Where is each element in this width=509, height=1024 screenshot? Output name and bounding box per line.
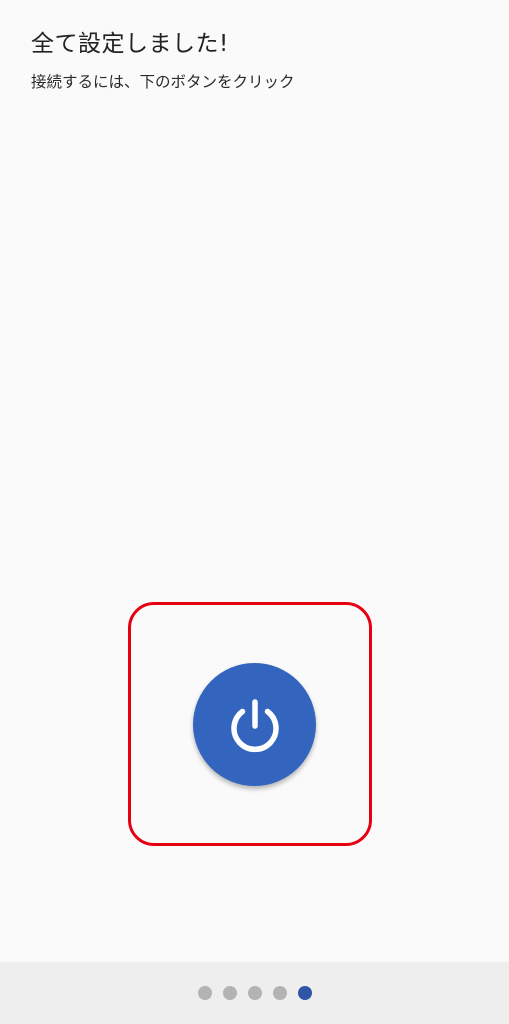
page-dot-5-current[interactable] <box>297 986 312 1000</box>
page-dot-3[interactable] <box>247 986 262 1000</box>
page-title: 全て設定しました! <box>31 31 229 57</box>
instruction-text: 接続するには、下のボタンをクリック <box>31 73 295 91</box>
bottom-pager-bar <box>0 962 509 1024</box>
page-dot-1[interactable] <box>197 986 212 1000</box>
power-icon <box>230 698 279 752</box>
setup-complete-screen: 全て設定しました! 接続するには、下のボタンをクリック <box>0 0 509 1024</box>
page-indicator <box>0 985 509 1001</box>
connect-power-button[interactable] <box>193 663 316 786</box>
page-dot-2[interactable] <box>222 986 237 1000</box>
page-dot-4[interactable] <box>272 986 287 1000</box>
